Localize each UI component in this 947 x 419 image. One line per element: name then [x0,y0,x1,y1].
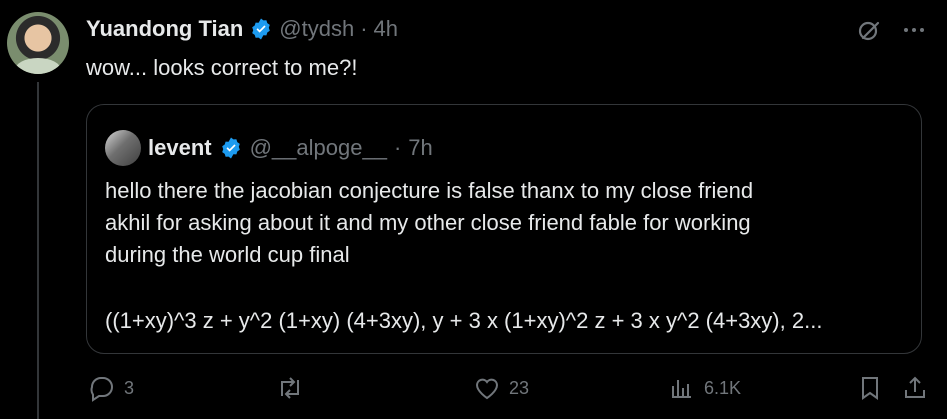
bookmark-icon [862,377,878,400]
views-icon [672,380,691,398]
thread-line [37,82,39,419]
post-actions-bar: 3 23 6.1K [88,374,937,406]
author-handle[interactable]: @tydsh [279,16,354,42]
reply-count: 3 [124,377,135,398]
share-button[interactable] [901,374,929,402]
quoted-author-name[interactable]: levent [148,135,212,161]
avatar-shirt [15,58,61,74]
view-count: 6.1K [704,377,742,398]
like-button[interactable]: 23 [473,374,529,402]
repost-icon [281,377,299,399]
reply-button[interactable]: 3 [88,374,134,402]
quoted-post[interactable]: levent @__alpoge__ · 7h hello there the … [86,104,922,354]
more-icon[interactable] [900,16,928,44]
quoted-author-handle[interactable]: @__alpoge__ [250,135,387,161]
post-text: wow... looks correct to me?! [86,55,358,80]
quoted-post-time[interactable]: 7h [408,135,432,161]
post-header: Yuandong Tian @tydsh · 4h [86,16,398,42]
views-button[interactable]: 6.1K [668,374,741,402]
reply-icon [90,377,113,402]
post-time[interactable]: 4h [374,16,398,42]
quoted-post-formula: ((1+xy)^3 z + y^2 (1+xy) (4+3xy), y + 3 … [105,308,823,333]
separator-dot: · [393,135,402,160]
quoted-post-text: hello there the jacobian conjecture is f… [105,178,754,267]
like-count: 23 [509,377,530,398]
post-top-actions [856,16,928,44]
author-name[interactable]: Yuandong Tian [86,16,243,42]
separator-dot: · [360,16,368,41]
repost-button[interactable] [276,374,304,402]
bookmark-button[interactable] [856,374,884,402]
verified-badge-icon[interactable] [249,17,273,41]
author-avatar[interactable] [7,12,69,74]
quoted-post-header: levent @__alpoge__ · 7h [105,130,433,166]
verified-badge-icon[interactable] [219,136,243,160]
grok-icon[interactable] [856,16,884,44]
quoted-author-avatar [105,130,141,166]
heart-icon [475,378,499,400]
share-icon [905,376,925,398]
